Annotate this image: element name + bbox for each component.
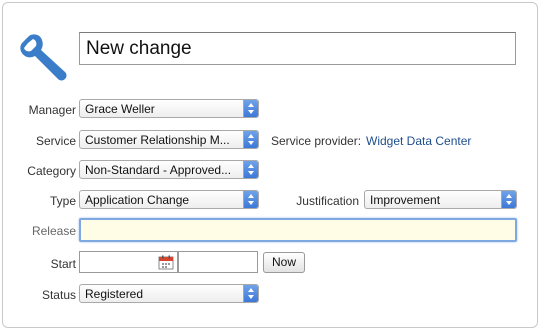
start-label: Start [50, 257, 76, 271]
service-value: Customer Relationship M... [85, 133, 230, 147]
status-value: Registered [85, 287, 144, 301]
manager-label: Manager [28, 103, 76, 117]
manager-value: Grace Weller [85, 102, 155, 116]
stepper-arrows-icon [243, 161, 258, 178]
service-provider-label: Service provider: [271, 134, 362, 148]
status-label: Status [41, 288, 76, 302]
stepper-arrows-icon [243, 191, 258, 208]
release-label: Release [31, 224, 76, 238]
stepper-arrows-icon [501, 191, 516, 208]
justification-value: Improvement [370, 193, 441, 207]
stepper-arrows-icon [243, 131, 258, 148]
stepper-arrows-icon [243, 100, 258, 117]
calendar-icon[interactable] [158, 255, 174, 270]
justification-select[interactable]: Improvement [364, 190, 517, 209]
category-select[interactable]: Non-Standard - Approved... [79, 160, 259, 179]
wrench-icon [20, 34, 67, 81]
change-title-input[interactable]: New change [79, 32, 516, 65]
release-input[interactable] [79, 218, 517, 242]
service-provider-link[interactable]: Widget Data Center [366, 134, 471, 148]
stepper-arrows-icon [243, 285, 258, 302]
justification-label: Justification [296, 194, 359, 208]
type-select[interactable]: Application Change [79, 190, 259, 209]
category-value: Non-Standard - Approved... [85, 163, 232, 177]
manager-select[interactable]: Grace Weller [79, 99, 259, 118]
type-value: Application Change [85, 193, 190, 207]
status-select[interactable]: Registered [79, 284, 259, 303]
service-label: Service [35, 134, 76, 148]
start-time-input[interactable] [178, 251, 258, 273]
now-button[interactable]: Now [263, 252, 305, 273]
type-label: Type [49, 194, 76, 208]
service-select[interactable]: Customer Relationship M... [79, 130, 259, 149]
category-label: Category [27, 164, 76, 178]
